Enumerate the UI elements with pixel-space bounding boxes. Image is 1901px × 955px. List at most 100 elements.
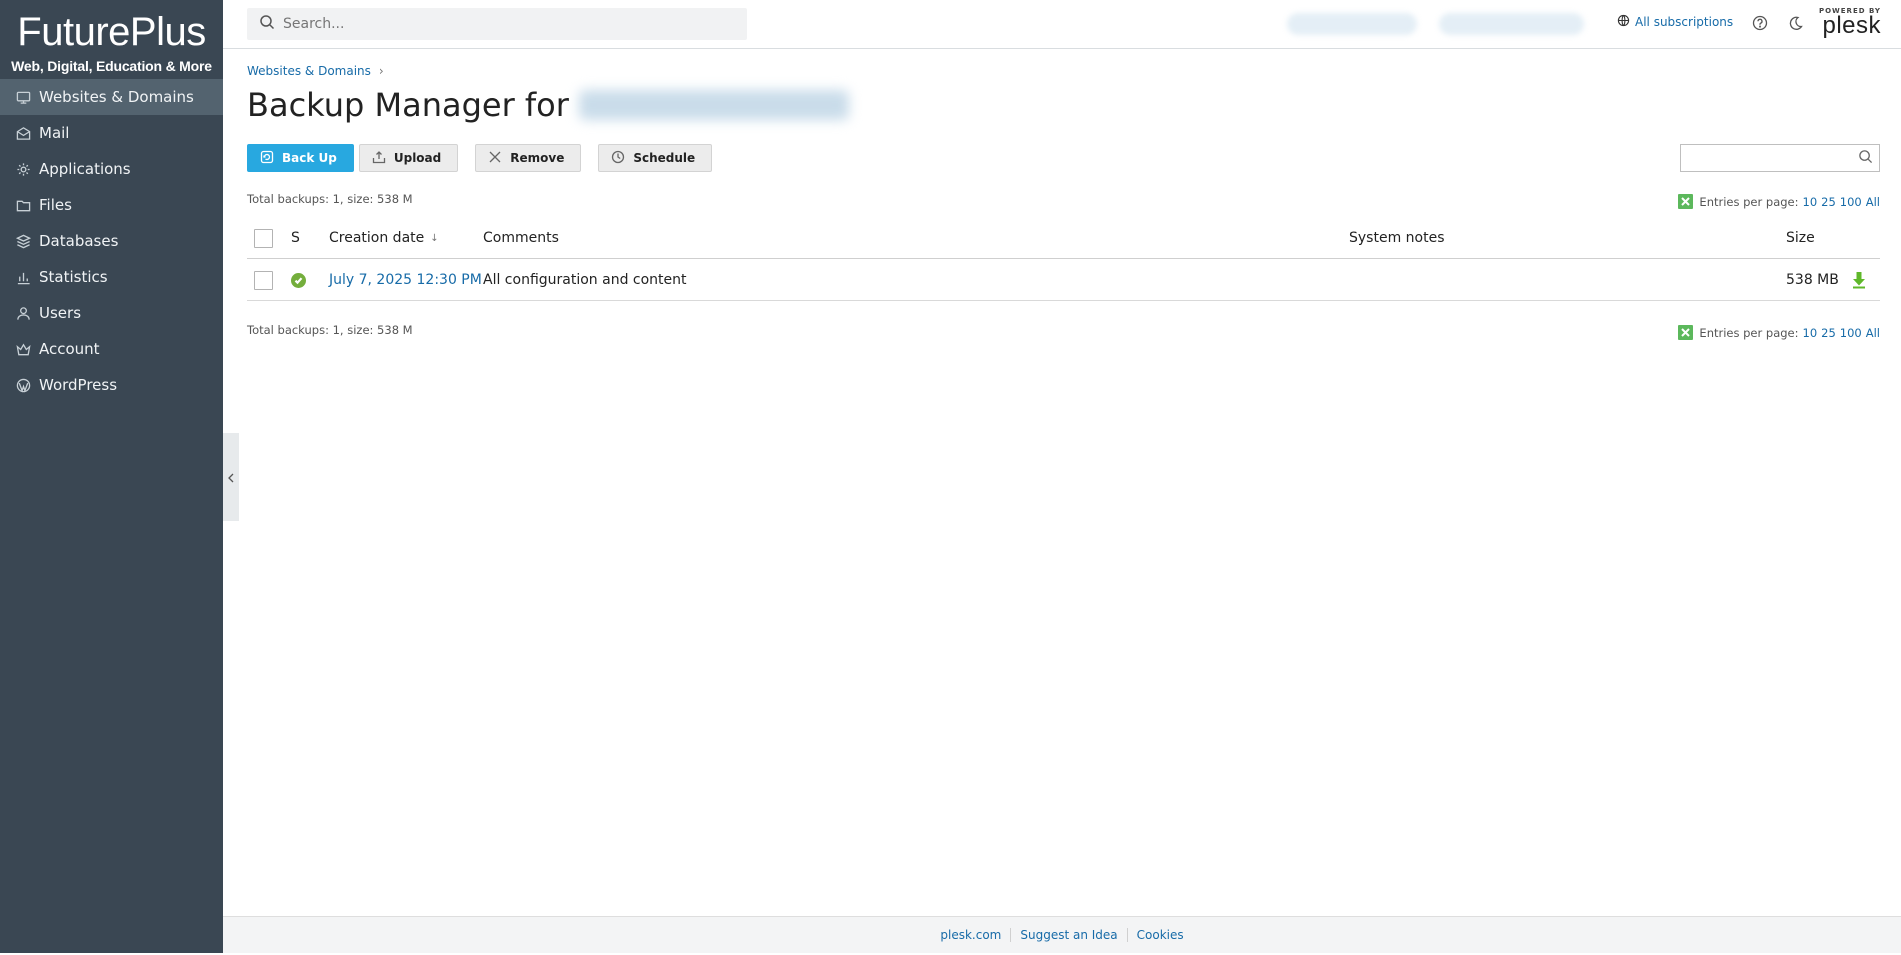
column-header-creation-date[interactable]: Creation date ↓	[329, 217, 439, 259]
database-icon	[15, 233, 31, 249]
sidebar-item-label: WordPress	[39, 376, 118, 394]
sidebar-item-label: Databases	[39, 232, 119, 250]
sidebar-item-mail[interactable]: Mail	[0, 115, 223, 151]
column-header-status[interactable]: S	[291, 217, 300, 259]
search-icon	[1858, 149, 1873, 168]
column-header-comments[interactable]: Comments	[483, 217, 559, 259]
sidebar-item-wordpress[interactable]: WordPress	[0, 367, 223, 403]
backups-table: S Creation date ↓ Comments System notes …	[247, 217, 1880, 301]
page-title-text: Backup Manager for	[247, 86, 569, 124]
globe-icon	[1617, 14, 1635, 30]
monitor-icon	[15, 89, 31, 105]
search-icon	[259, 14, 283, 34]
all-subscriptions-link[interactable]: All subscriptions	[1617, 14, 1733, 30]
page-size-all[interactable]: All	[1866, 326, 1880, 340]
page-size-100[interactable]: 100	[1840, 326, 1862, 340]
footer-link-suggest-idea[interactable]: Suggest an Idea	[1010, 928, 1126, 942]
wordpress-icon	[15, 377, 31, 393]
page-size-10[interactable]: 10	[1803, 326, 1818, 340]
footer-link-cookies[interactable]: Cookies	[1126, 928, 1193, 942]
entries-per-page-bottom: Entries per page: 10 25 100 All	[1678, 325, 1880, 340]
upload-button-label: Upload	[393, 151, 442, 165]
schedule-button-label: Schedule	[633, 151, 696, 165]
gear-icon	[15, 161, 31, 177]
backup-button-label: Back Up	[282, 151, 337, 165]
page-size-all[interactable]: All	[1866, 195, 1880, 209]
sidebar-item-users[interactable]: Users	[0, 295, 223, 331]
brand-tagline: Web, Digital, Education & More	[11, 58, 212, 74]
sidebar: FuturePlus Web, Digital, Education & Mor…	[0, 0, 223, 953]
remove-button[interactable]: Remove	[475, 144, 582, 172]
backup-size: 538 MB	[1786, 272, 1839, 288]
backup-comments: All configuration and content	[483, 272, 687, 288]
sidebar-item-label: Applications	[39, 160, 131, 178]
page-footer: plesk.com Suggest an Idea Cookies	[223, 916, 1901, 953]
redacted-domain-name	[578, 90, 849, 120]
export-excel-icon[interactable]	[1678, 194, 1694, 209]
help-icon[interactable]	[1752, 15, 1768, 31]
powered-by-plesk: POWERED BY plesk	[1819, 7, 1881, 39]
page-size-25[interactable]: 25	[1821, 195, 1836, 209]
sidebar-item-statistics[interactable]: Statistics	[0, 259, 223, 295]
select-all-checkbox[interactable]	[254, 228, 273, 248]
page-size-100[interactable]: 100	[1840, 195, 1862, 209]
sidebar-item-files[interactable]: Files	[0, 187, 223, 223]
sidebar-item-label: Statistics	[39, 268, 108, 286]
creation-date-header-label: Creation date	[329, 230, 425, 246]
entries-per-page-label: Entries per page:	[1699, 325, 1799, 340]
schedule-button[interactable]: Schedule	[598, 144, 713, 172]
search-input[interactable]	[283, 16, 723, 32]
sidebar-item-applications[interactable]: Applications	[0, 151, 223, 187]
download-icon[interactable]	[1851, 259, 1867, 301]
footer-link-plesk[interactable]: plesk.com	[931, 928, 1010, 942]
sidebar-item-label: Websites & Domains	[39, 88, 194, 106]
table-row: July 7, 2025 12:30 PM All configuration …	[247, 259, 1880, 301]
sidebar-collapse-toggle[interactable]	[223, 433, 239, 521]
page-size-25[interactable]: 25	[1821, 326, 1836, 340]
remove-button-label: Remove	[510, 151, 565, 165]
all-subscriptions-label: All subscriptions	[1635, 15, 1734, 29]
table-header-row: S Creation date ↓ Comments System notes …	[247, 217, 1880, 259]
breadcrumb: Websites & Domains ›	[247, 64, 384, 78]
chevron-right-icon: ›	[378, 64, 384, 78]
top-header: All subscriptions POWERED BY plesk	[223, 0, 1901, 49]
sidebar-item-label: Files	[39, 196, 72, 214]
user-icon	[15, 305, 31, 321]
mail-icon	[15, 125, 31, 141]
bar-chart-icon	[15, 269, 31, 285]
plesk-logo: plesk	[1822, 12, 1881, 39]
export-excel-icon[interactable]	[1678, 325, 1694, 340]
upload-icon	[372, 150, 394, 167]
remove-icon	[488, 150, 510, 167]
upload-button[interactable]: Upload	[358, 144, 459, 172]
backup-summary-top: Total backups: 1, size: 538 M	[247, 192, 413, 206]
chevron-left-icon	[227, 468, 235, 487]
brand-name: FuturePlus	[17, 10, 206, 54]
list-search-field[interactable]	[1680, 144, 1880, 172]
sidebar-item-label: Users	[39, 304, 82, 322]
column-header-system-notes[interactable]: System notes	[1349, 217, 1445, 259]
backup-button[interactable]: Back Up	[247, 144, 354, 172]
column-header-size[interactable]: Size	[1786, 217, 1815, 259]
redacted-header-item[interactable]	[1439, 13, 1584, 35]
backup-date-link[interactable]: July 7, 2025 12:30 PM	[329, 259, 482, 301]
sidebar-item-websites-domains[interactable]: Websites & Domains	[0, 79, 223, 115]
status-success-icon	[291, 272, 306, 288]
row-checkbox[interactable]	[254, 270, 273, 290]
page-title: Backup Manager for	[247, 86, 849, 124]
dark-mode-moon-icon[interactable]	[1788, 15, 1804, 31]
brand-logo[interactable]: FuturePlus Web, Digital, Education & Mor…	[0, 0, 223, 79]
breadcrumb-websites-domains[interactable]: Websites & Domains	[247, 64, 371, 78]
clock-icon	[611, 150, 633, 167]
entries-per-page-label: Entries per page:	[1699, 194, 1799, 209]
page-size-10[interactable]: 10	[1803, 195, 1818, 209]
backup-icon	[260, 150, 282, 167]
sidebar-item-databases[interactable]: Databases	[0, 223, 223, 259]
sidebar-item-label: Account	[39, 340, 100, 358]
redacted-header-item[interactable]	[1287, 13, 1417, 35]
sidebar-item-account[interactable]: Account	[0, 331, 223, 367]
folder-icon	[15, 197, 31, 213]
backup-summary-bottom: Total backups: 1, size: 538 M	[247, 323, 413, 337]
global-search[interactable]	[247, 8, 747, 40]
crown-icon	[15, 341, 31, 357]
